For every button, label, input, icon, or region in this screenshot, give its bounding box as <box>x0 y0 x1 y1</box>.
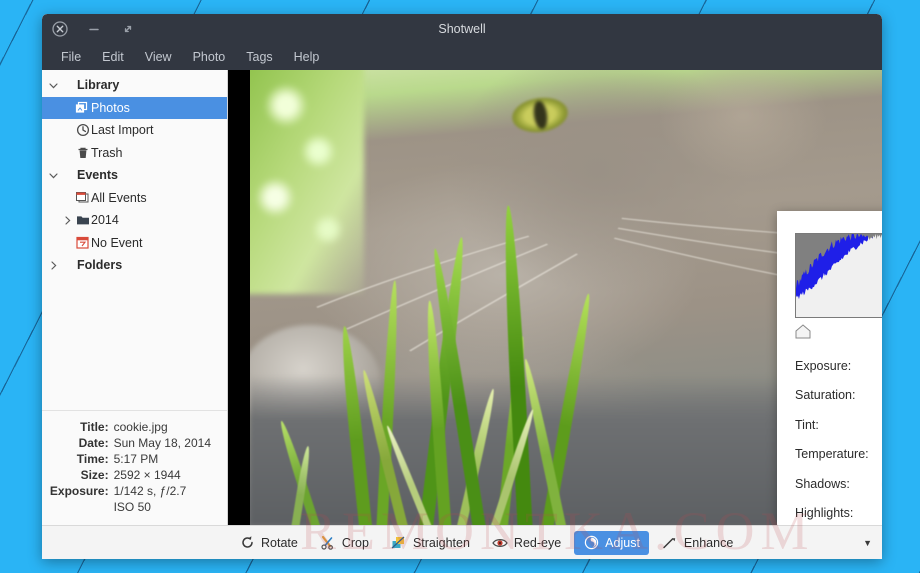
metadata-row: Exposure: 1/142 s, ƒ/2.7 <box>46 483 217 499</box>
tool-red-eye[interactable]: Red-eye <box>483 531 570 555</box>
tool-label: Rotate <box>261 535 298 550</box>
sidebar-item-label: Library <box>77 78 120 93</box>
enhance-icon <box>662 535 678 551</box>
tool-crop[interactable]: Crop <box>311 531 378 555</box>
slider-label: Tint: <box>795 417 819 432</box>
sidebar-item-library[interactable]: Library <box>42 74 227 97</box>
adjust-icon <box>583 535 599 551</box>
slider-row-tint[interactable]: Tint: <box>795 410 882 440</box>
window-title: Shotwell <box>438 22 486 36</box>
sidebar-item-no-event[interactable]: No Event <box>42 232 227 255</box>
sidebar-item-label: All Events <box>91 190 147 205</box>
menu-item-help[interactable]: Help <box>285 47 329 67</box>
slider-label: Shadows: <box>795 476 850 491</box>
tool-label: Straighten <box>412 535 470 550</box>
trash-icon <box>74 146 91 160</box>
metadata-key: Exposure: <box>49 484 109 498</box>
sidebar-item-label: No Event <box>91 235 143 250</box>
tool-straighten[interactable]: Straighten <box>382 531 479 555</box>
sidebar-item-trash[interactable]: Trash <box>42 142 227 165</box>
chevron-down-icon[interactable] <box>46 171 60 180</box>
tool-enhance[interactable]: Enhance <box>653 531 742 555</box>
tool-label: Red-eye <box>513 535 562 550</box>
menu-bar: File Edit View Photo Tags Help <box>42 44 882 70</box>
photo-viewport[interactable]: Exposure: Saturation: Tint: Temperature: Sha… <box>228 70 882 525</box>
slider-row-shadows[interactable]: Shadows: <box>795 469 882 499</box>
menu-item-edit[interactable]: Edit <box>93 47 133 67</box>
adjustment-sliders: Exposure: Saturation: Tint: Temperature: Sha… <box>777 339 882 525</box>
straighten-icon <box>391 535 407 551</box>
sidebar-item-label: Last Import <box>91 123 154 138</box>
slider-row-highlights[interactable]: Highlights: <box>795 499 882 526</box>
metadata-value: 1/142 s, ƒ/2.7 <box>113 484 187 498</box>
tool-label: Enhance <box>683 535 734 550</box>
sidebar-item-label: 2014 <box>91 213 119 228</box>
sidebar-item-all-events[interactable]: All Events <box>42 187 227 210</box>
sidebar-item-2014[interactable]: 2014 <box>42 209 227 232</box>
photo-metadata-panel: Title: cookie.jpg Date: Sun May 18, 2014 Tim… <box>42 410 227 525</box>
red-eye-icon <box>492 535 508 551</box>
metadata-value: Sun May 18, 2014 <box>113 436 211 450</box>
library-tree: Library Photos Last Import Trash Events All E… <box>42 70 227 410</box>
metadata-row: Title: cookie.jpg <box>46 419 217 435</box>
photos-icon <box>74 100 91 115</box>
slider-row-saturation[interactable]: Saturation: <box>795 381 882 411</box>
no-event-icon <box>74 236 91 249</box>
crop-icon <box>320 535 336 551</box>
sidebar-item-label: Folders <box>77 258 123 273</box>
title-bar: Shotwell <box>42 14 882 44</box>
slider-label: Highlights: <box>795 506 854 521</box>
tool-label: Crop <box>341 535 369 550</box>
slider-row-temperature[interactable]: Temperature: <box>795 440 882 470</box>
chevron-right-icon[interactable] <box>60 216 74 225</box>
sidebar: Library Photos Last Import Trash Events All E… <box>42 70 228 525</box>
rotate-icon <box>239 535 255 551</box>
metadata-value: ISO 50 <box>113 500 151 514</box>
slider-label: Saturation: <box>795 388 856 403</box>
histogram-handles <box>795 321 882 339</box>
sidebar-item-label: Trash <box>91 145 123 160</box>
metadata-table: Title: cookie.jpg Date: Sun May 18, 2014 Tim… <box>46 419 217 515</box>
sidebar-item-events[interactable]: Events <box>42 164 227 187</box>
chevron-down-icon[interactable] <box>46 81 60 90</box>
sidebar-item-folders[interactable]: Folders <box>42 254 227 277</box>
adjust-dialog[interactable]: Exposure: Saturation: Tint: Temperature: Sha… <box>777 211 882 525</box>
menu-item-photo[interactable]: Photo <box>184 47 235 67</box>
metadata-row: ISO 50 <box>46 499 217 515</box>
sidebar-item-label: Events <box>77 168 118 183</box>
metadata-value: 2592 × 1944 <box>113 468 181 482</box>
slider-row-exposure[interactable]: Exposure: <box>795 351 882 381</box>
chevron-right-icon[interactable] <box>46 261 60 270</box>
clock-icon <box>74 123 91 137</box>
edit-toolbar: Rotate Crop Straighten Red-eye Adjust Enhance… <box>42 525 882 559</box>
slider-label: Exposure: <box>795 358 852 373</box>
tool-adjust[interactable]: Adjust <box>574 530 649 555</box>
sidebar-item-label: Photos <box>91 100 130 115</box>
metadata-key: Time: <box>76 452 109 466</box>
folder-icon <box>74 214 91 226</box>
slider-label: Temperature: <box>795 447 869 462</box>
metadata-row: Date: Sun May 18, 2014 <box>46 435 217 451</box>
metadata-key: Title: <box>80 420 109 434</box>
histogram-section <box>777 211 882 339</box>
all-events-icon <box>74 191 91 205</box>
histogram-shadow-handle[interactable] <box>795 324 811 339</box>
shotwell-window: Shotwell File Edit View Photo Tags Help … <box>42 14 882 559</box>
metadata-value: cookie.jpg <box>113 420 168 434</box>
sidebar-item-last-import[interactable]: Last Import <box>42 119 227 142</box>
metadata-key: Size: <box>80 468 109 482</box>
tool-label: Adjust <box>605 535 640 550</box>
metadata-key <box>46 499 114 515</box>
menu-item-view[interactable]: View <box>136 47 181 67</box>
histogram-chart <box>795 233 882 318</box>
tool-rotate[interactable]: Rotate <box>230 531 307 555</box>
toolbar-overflow-icon[interactable]: ▼ <box>863 526 872 559</box>
menu-item-file[interactable]: File <box>52 47 90 67</box>
metadata-key: Date: <box>78 436 109 450</box>
metadata-value: 5:17 PM <box>113 452 159 466</box>
sidebar-item-photos[interactable]: Photos <box>42 96 227 119</box>
menu-item-tags[interactable]: Tags <box>237 47 281 67</box>
metadata-row: Size: 2592 × 1944 <box>46 467 217 483</box>
metadata-row: Time: 5:17 PM <box>46 451 217 467</box>
